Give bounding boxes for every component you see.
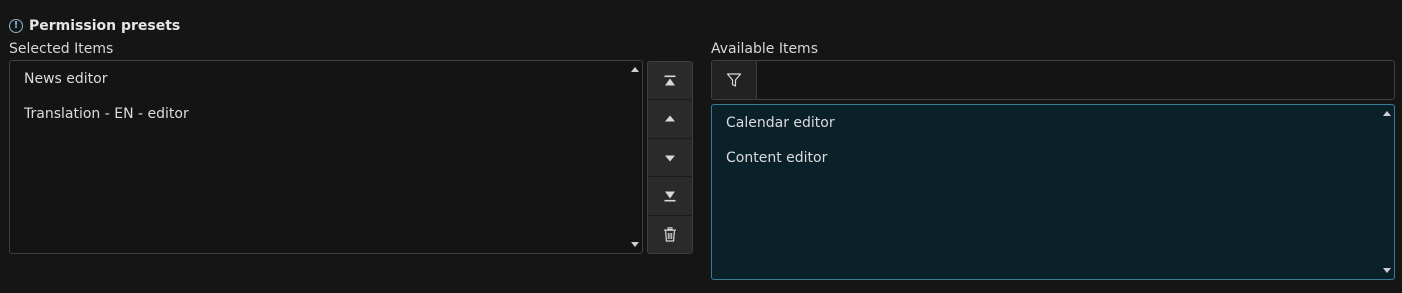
scroll-down-arrow-icon[interactable] — [1383, 268, 1391, 273]
move-to-bottom-button[interactable] — [648, 177, 692, 216]
trash-icon — [664, 227, 676, 242]
arrow-to-bottom-icon — [664, 191, 676, 202]
available-items-list[interactable]: Calendar editor Content editor — [711, 104, 1395, 280]
move-up-button[interactable] — [648, 100, 692, 139]
move-down-button[interactable] — [648, 139, 692, 178]
filter-icon-button[interactable] — [712, 61, 757, 99]
selected-items-label: Selected Items — [9, 41, 114, 57]
selected-item[interactable]: News editor — [24, 71, 107, 87]
reorder-button-group — [647, 61, 693, 254]
remove-button[interactable] — [648, 216, 692, 253]
selected-items-list[interactable]: News editor Translation - EN - editor — [9, 60, 643, 254]
permission-presets-field: ! Permission presets Selected Items News… — [0, 0, 1402, 293]
scroll-down-arrow-icon[interactable] — [631, 242, 639, 247]
move-to-top-button[interactable] — [648, 62, 692, 101]
info-circle-icon: ! — [9, 19, 23, 33]
available-item[interactable]: Content editor — [726, 150, 827, 166]
scroll-up-arrow-icon[interactable] — [631, 67, 639, 72]
selected-item[interactable]: Translation - EN - editor — [24, 106, 189, 122]
arrow-to-top-icon — [664, 75, 676, 86]
available-items-label: Available Items — [711, 41, 818, 57]
scroll-up-arrow-icon[interactable] — [1383, 111, 1391, 116]
triangle-down-icon — [665, 155, 675, 162]
triangle-up-icon — [665, 115, 675, 122]
available-items-filter — [711, 60, 1395, 100]
available-item[interactable]: Calendar editor — [726, 115, 835, 131]
field-header: ! Permission presets — [9, 16, 180, 36]
filter-icon — [726, 73, 742, 87]
filter-input[interactable] — [757, 61, 1394, 99]
field-title: Permission presets — [29, 18, 181, 34]
